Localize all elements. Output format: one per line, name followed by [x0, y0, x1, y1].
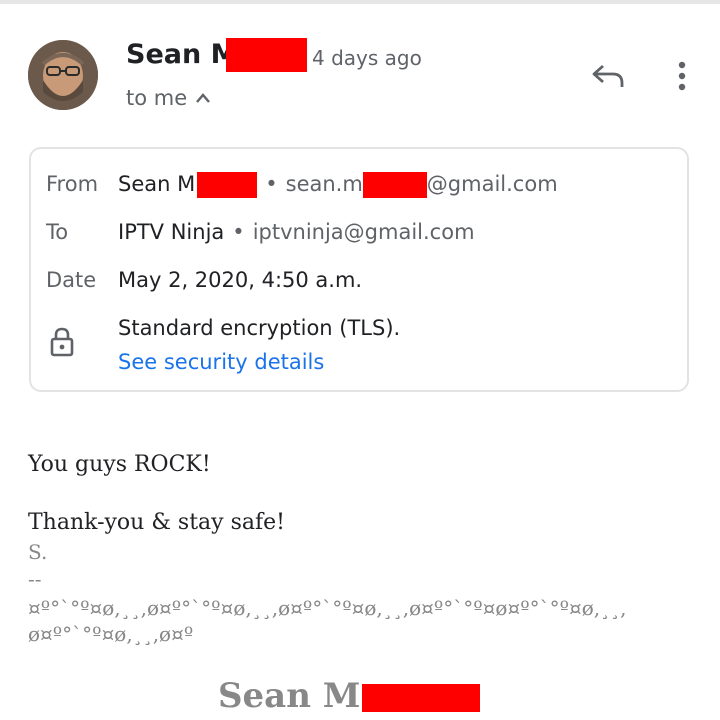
signature-name: Sean M [218, 674, 481, 718]
date-value: May 2, 2020, 4:50 a.m. [118, 268, 363, 292]
redaction-box [226, 38, 307, 72]
recipient-details-toggle[interactable]: to me [126, 84, 211, 112]
signature-separator: -- [28, 567, 42, 591]
lock-icon [50, 327, 74, 357]
signature-name-text: Sean M [218, 676, 361, 716]
top-divider [0, 0, 720, 4]
signature-ornament-2: ø¤º°`°º¤ø,¸¸,ø¤º [28, 622, 194, 646]
more-vert-icon [678, 61, 686, 91]
signature-ornament-1: ¤º°`°º¤ø,¸¸,ø¤º°`°º¤ø,¸¸,ø¤º°`°º¤ø,¸¸,ø¤… [28, 596, 627, 620]
to-value: IPTV Ninja • iptvninja@gmail.com [118, 218, 475, 246]
from-email-suffix[interactable]: @gmail.com [427, 172, 558, 196]
message-line-2: Thank-you & stay safe! [28, 510, 285, 535]
signature-initial: S. [28, 540, 48, 564]
to-label: To [46, 220, 69, 244]
sent-time: 4 days ago [312, 46, 422, 70]
more-options-button[interactable] [664, 56, 700, 96]
chevron-up-icon [196, 93, 211, 103]
reply-icon [592, 64, 624, 87]
sender-name[interactable]: Sean M [126, 38, 237, 72]
security-details-link[interactable]: See security details [118, 348, 324, 376]
from-email-prefix[interactable]: sean.m [286, 172, 363, 196]
separator-dot: • [265, 172, 278, 196]
redaction-box [362, 172, 427, 198]
avatar-photo [28, 40, 98, 110]
to-name: IPTV Ninja [118, 220, 225, 244]
from-name: Sean M [118, 172, 196, 196]
sender-avatar[interactable] [28, 40, 98, 110]
from-value: Sean M • sean.m @gmail.com [118, 170, 558, 198]
redaction-box [197, 172, 258, 198]
separator-dot: • [232, 220, 245, 244]
date-label: Date [46, 268, 97, 292]
from-label: From [46, 172, 99, 196]
redaction-box [362, 684, 481, 712]
recipient-toggle-label: to me [126, 86, 188, 110]
encryption-text: Standard encryption (TLS). [118, 316, 401, 340]
message-line-1: You guys ROCK! [28, 452, 211, 477]
reply-button[interactable] [586, 56, 630, 96]
to-email[interactable]: iptvninja@gmail.com [253, 220, 475, 244]
